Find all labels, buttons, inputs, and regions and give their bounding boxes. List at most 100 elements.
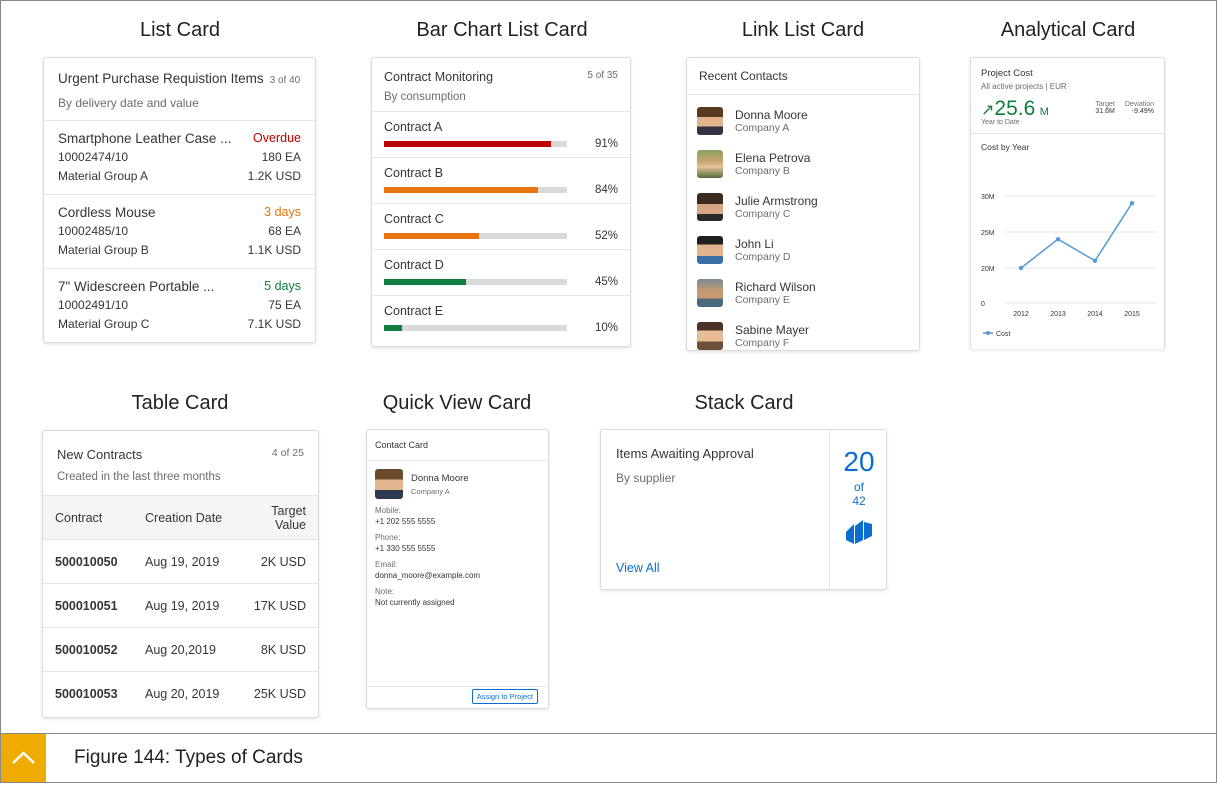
table-card[interactable]: New Contracts 4 of 25 Created in the last… — [42, 430, 319, 718]
card-subtitle: By supplier — [616, 471, 676, 485]
contact-link-item[interactable]: John Li Company D — [687, 228, 919, 271]
card-title[interactable]: Contact Card — [367, 430, 548, 461]
y-tick-label: 0 — [981, 301, 985, 308]
trend-up-icon: ↗ — [981, 102, 995, 119]
heading-list-card: List Card — [139, 19, 221, 41]
item-id: 10002491/10 — [58, 298, 129, 312]
kpi-unit: M — [1039, 106, 1049, 118]
assign-to-project-button[interactable]: Assign to Project — [471, 689, 538, 704]
cell-creation-date: Aug 20, 2019 — [145, 686, 220, 701]
card-count: 5 of 35 — [587, 70, 618, 81]
contact-link-item[interactable]: Julie Armstrong Company C — [687, 185, 919, 228]
item-value: 1.2K USD — [247, 169, 301, 183]
caption-bar: Figure 144: Types of Cards — [1, 733, 1216, 783]
figure-caption: Figure 144: Types of Cards — [74, 747, 303, 768]
stack-card[interactable]: Items Awaiting Approval By supplier View… — [600, 429, 887, 590]
item-name: 7" Widescreen Portable ... — [58, 279, 215, 294]
contact-link-item[interactable]: Elena Petrova Company B — [687, 142, 919, 185]
item-value: 1.1K USD — [247, 243, 301, 257]
contact-company: Company B — [735, 164, 790, 177]
heading-table-card: Table Card — [131, 392, 229, 414]
card-title: Items Awaiting Approval — [616, 446, 754, 461]
bar-list-item[interactable]: Contract C 52% — [372, 204, 630, 250]
field-label: Phone: — [375, 533, 401, 542]
analytical-header[interactable]: Project Cost All active projects | EUR ↗… — [971, 58, 1164, 134]
collapse-button[interactable] — [1, 734, 46, 782]
series-line — [1020, 202, 1133, 269]
bar-card-header[interactable]: Contract Monitoring 5 of 35 By consumptio… — [372, 58, 630, 112]
quick-view-card[interactable]: Contact Card Donna Moore Company A Mobil… — [366, 429, 549, 709]
item-name: Cordless Mouse — [58, 205, 156, 220]
table-header-row: Contract Creation Date Target Value — [43, 495, 318, 539]
x-tick-label: 2015 — [1124, 311, 1140, 318]
bar-chart-list-card[interactable]: Contract Monitoring 5 of 35 By consumptio… — [371, 57, 631, 347]
bar-list-item[interactable]: Contract A 91% — [372, 112, 630, 158]
heading-quick-view-card: Quick View Card — [382, 392, 532, 414]
data-point[interactable] — [1129, 201, 1135, 206]
column-header: Contract — [55, 510, 103, 525]
list-item[interactable]: Smartphone Leather Case ... Overdue 100024… — [44, 121, 315, 195]
list-card-header[interactable]: Urgent Purchase Requistion Items 3 of 40 … — [44, 58, 315, 121]
chevron-up-icon — [12, 751, 35, 764]
card-subtitle: Created in the last three months — [57, 471, 221, 483]
bar-fill — [384, 325, 403, 331]
data-point[interactable] — [1092, 258, 1098, 263]
contract-name: Contract A — [384, 120, 443, 134]
x-tick-label: 2012 — [1013, 311, 1029, 318]
contact-company: Company C — [735, 207, 791, 220]
data-point[interactable] — [1055, 237, 1061, 242]
heading-analytical-card: Analytical Card — [1000, 19, 1136, 41]
kpi-number: 25.6 — [994, 97, 1036, 120]
table-row[interactable]: 500010052 Aug 20,2019 8K USD — [43, 627, 318, 671]
contact-link-item[interactable]: Donna Moore Company A — [687, 99, 919, 142]
bar-track — [384, 279, 567, 285]
bar-list-item[interactable]: Contract D 45% — [372, 250, 630, 296]
list-card[interactable]: Urgent Purchase Requistion Items 3 of 40 … — [43, 57, 316, 343]
item-status: 5 days — [264, 279, 301, 293]
field-label: Mobile: — [375, 506, 401, 515]
stack-icon[interactable] — [844, 518, 874, 546]
table-row[interactable]: 500010050 Aug 19, 2019 2K USD — [43, 539, 318, 583]
heading-link-list-card: Link List Card — [741, 19, 865, 41]
contact-name: Donna Moore — [735, 107, 808, 122]
bar-list-item[interactable]: Contract B 84% — [372, 158, 630, 204]
bar-fill — [384, 141, 551, 147]
table-row[interactable]: 500010051 Aug 19, 2019 17K USD — [43, 583, 318, 627]
stack-count-panel[interactable]: 20 of 42 — [830, 430, 886, 589]
bar-percent: 91% — [594, 138, 618, 150]
field-label: Email: — [375, 560, 398, 569]
field-value[interactable]: donna_moore@example.com — [375, 571, 540, 580]
bar-fill — [384, 279, 467, 285]
list-item[interactable]: Cordless Mouse 3 days 10002485/10 68 EA Mate… — [44, 195, 315, 269]
stack-of-label: of — [853, 480, 864, 494]
avatar — [697, 278, 723, 307]
y-tick-label: 25M — [981, 230, 995, 237]
contact-company: Company D — [735, 250, 791, 263]
contact-link-item[interactable]: Sabine Mayer Company F — [687, 314, 919, 350]
item-qty: 180 EA — [261, 150, 301, 164]
field-label: Note: — [375, 587, 395, 596]
list-item[interactable]: 7" Widescreen Portable ... 5 days 10002491… — [44, 269, 315, 342]
x-tick-label: 2014 — [1087, 311, 1103, 318]
item-status: Overdue — [253, 131, 301, 145]
item-group: Material Group A — [58, 169, 149, 183]
card-subtitle: All active projects | EUR — [981, 82, 1067, 91]
contract-name: Contract D — [384, 258, 444, 272]
analytical-card[interactable]: Project Cost All active projects | EUR ↗… — [970, 57, 1165, 349]
data-point[interactable] — [1018, 265, 1024, 271]
bar-track — [384, 187, 567, 193]
table-row[interactable]: 500010053 Aug 20, 2019 25K USD — [43, 671, 318, 715]
item-status: 3 days — [264, 205, 301, 219]
view-all-link[interactable]: View All — [616, 561, 660, 575]
target-value: 31.6M — [1095, 108, 1115, 115]
table-card-header[interactable]: New Contracts 4 of 25 Created in the last… — [43, 431, 318, 495]
contact-link-item[interactable]: Richard Wilson Company E — [687, 271, 919, 314]
link-list-card[interactable]: Recent Contacts Donna Moore Company A Elen… — [686, 57, 920, 351]
item-id: 10002474/10 — [58, 150, 129, 164]
bar-list-item[interactable]: Contract E 10% — [372, 296, 630, 341]
cell-target-value: 2K USD — [260, 554, 306, 569]
link-card-header[interactable]: Recent Contacts — [687, 58, 919, 95]
legend-marker — [986, 331, 990, 335]
card-count: 3 of 40 — [269, 75, 301, 86]
card-subtitle: By delivery date and value — [58, 96, 199, 110]
